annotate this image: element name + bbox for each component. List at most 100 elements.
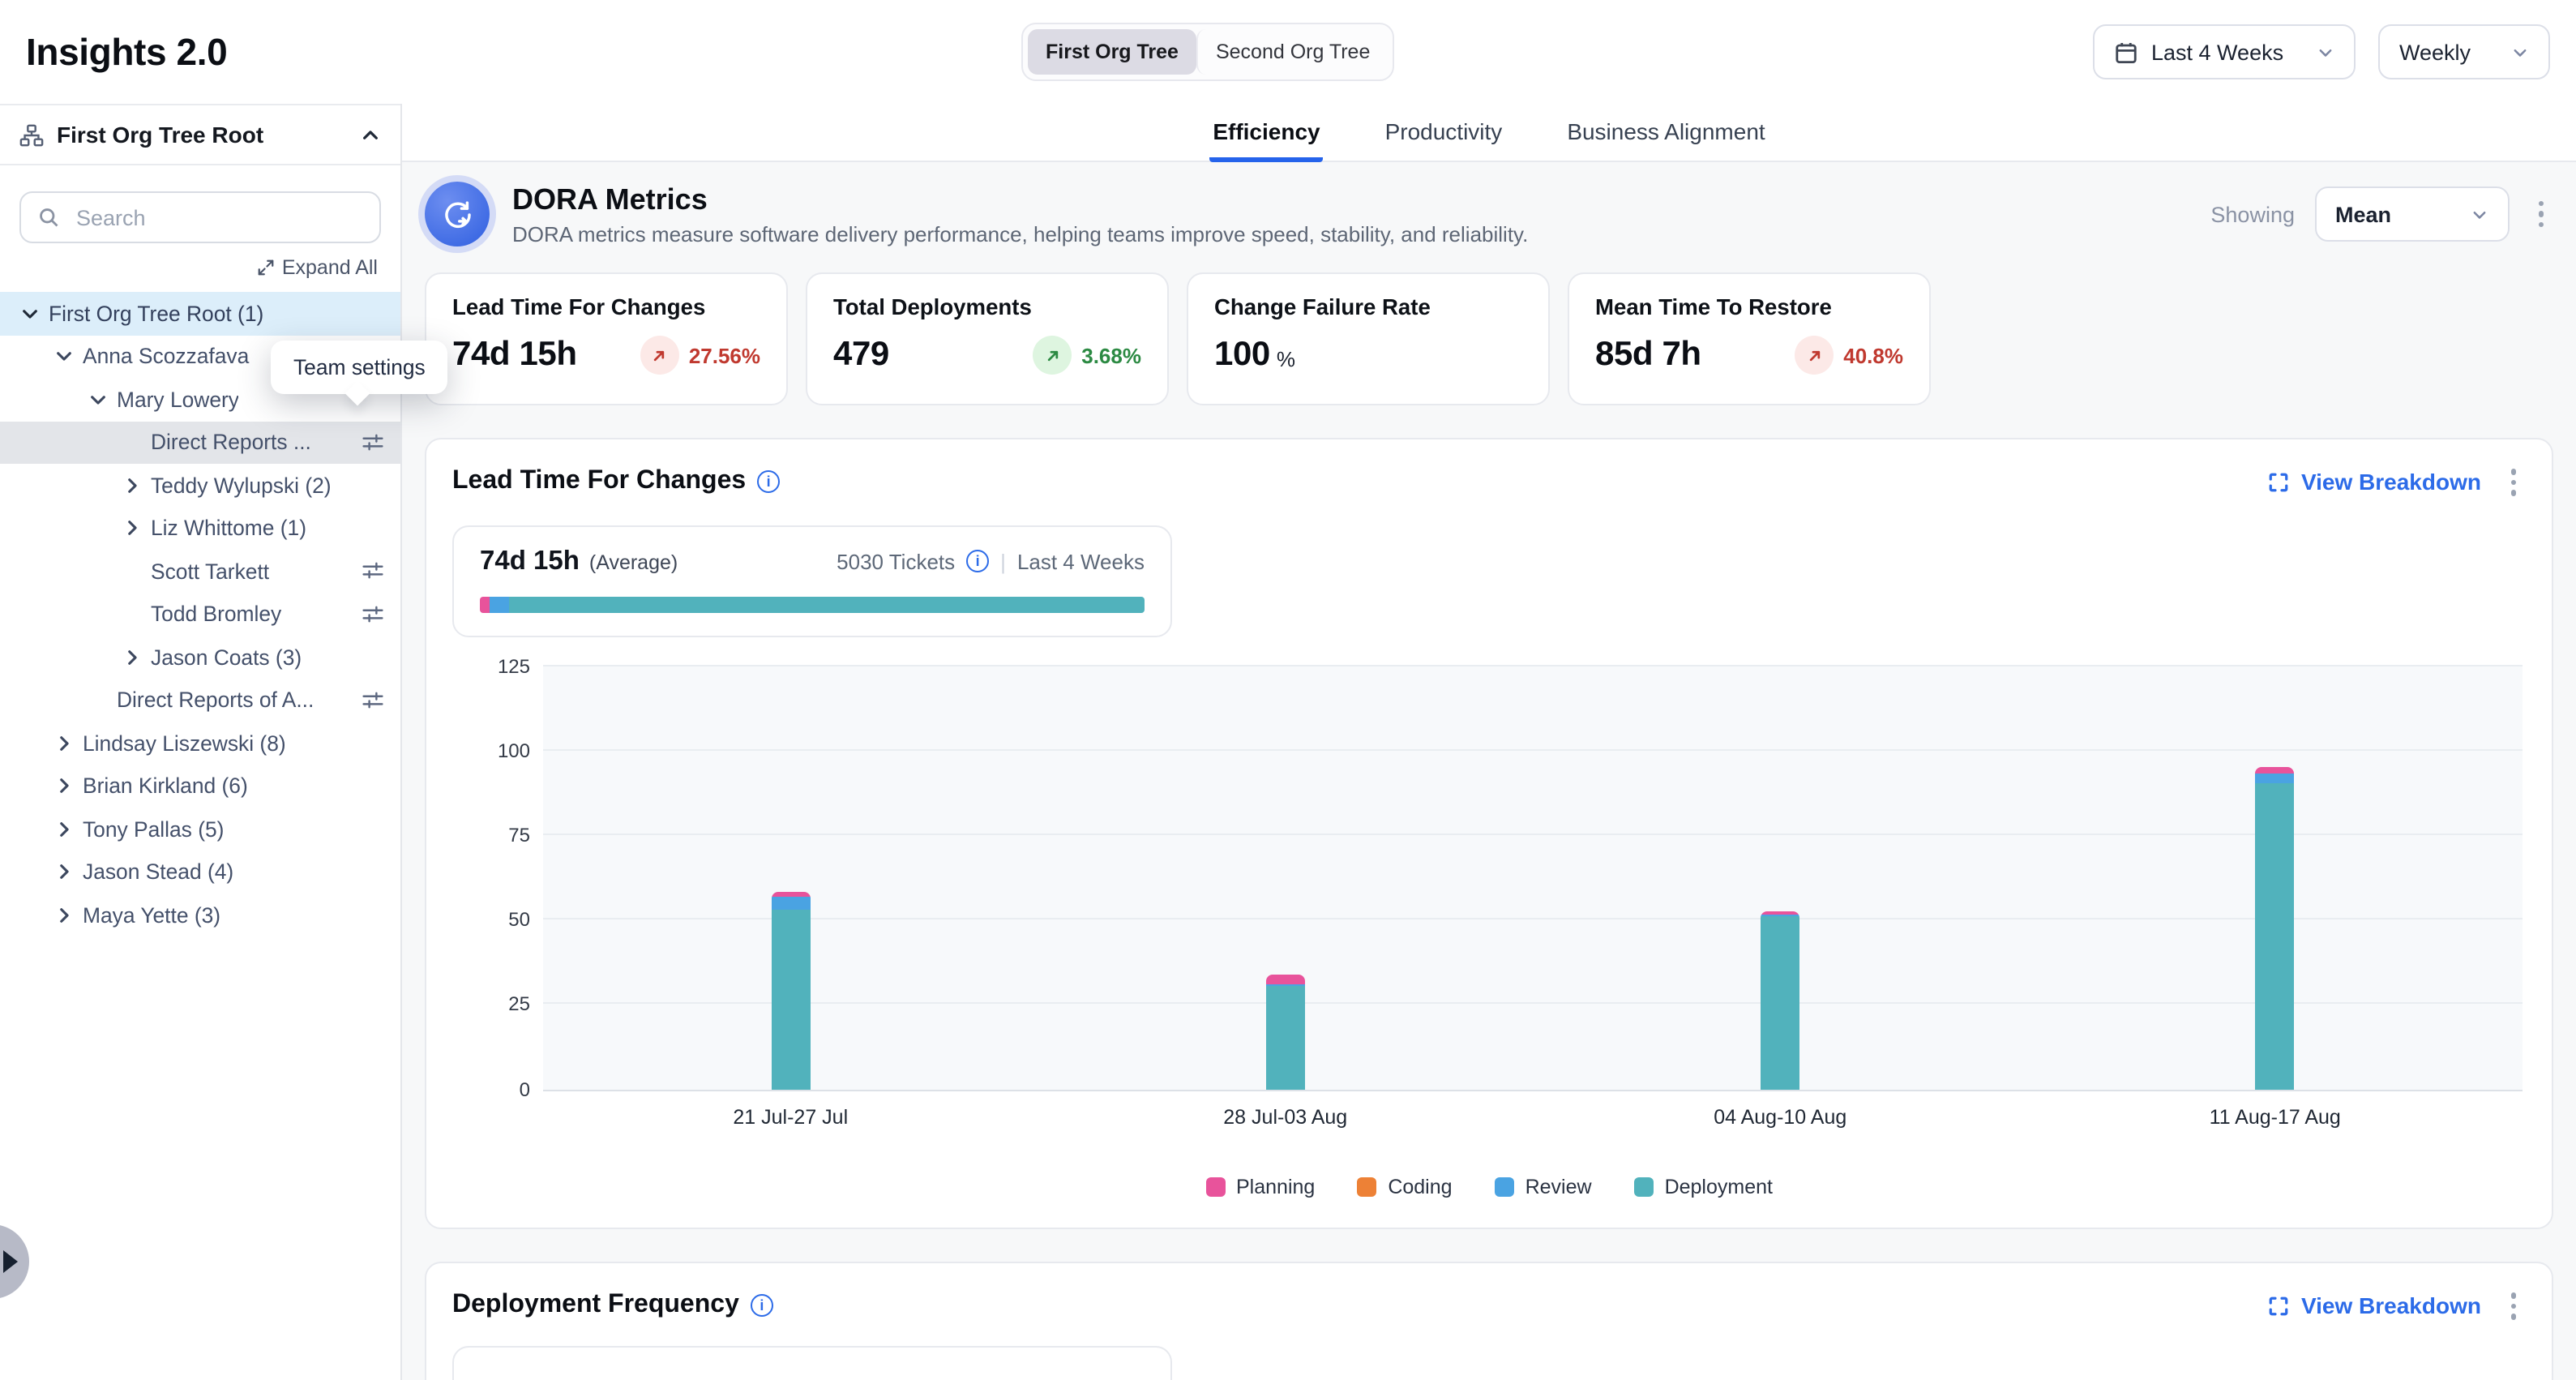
chevron-right-icon[interactable] (118, 518, 144, 539)
info-icon[interactable]: i (757, 471, 780, 494)
legend-item: Planning (1205, 1175, 1315, 1198)
tree-item-label: Scott Tarkett (151, 559, 269, 584)
chevron-down-icon[interactable] (50, 346, 76, 367)
date-range-select[interactable]: Last 4 Weeks (2093, 24, 2356, 79)
team-settings-icon[interactable] (362, 431, 384, 454)
stacked-bar (2256, 767, 2295, 1089)
tree-item-label: Liz Whittome (1) (151, 516, 306, 541)
top-header: Insights 2.0 First Org TreeSecond Org Tr… (0, 0, 2576, 104)
lead-time-section: Lead Time For Changes i View Breakdown (425, 438, 2553, 1229)
tree-item[interactable]: Jason Coats (3) (0, 636, 400, 679)
tree-item[interactable]: Todd Bromley (0, 593, 400, 636)
legend-color-chip (1495, 1176, 1514, 1196)
average-summary-card (452, 1345, 1172, 1380)
aggregation-select[interactable]: Mean (2314, 186, 2509, 242)
range-label: Last 4 Weeks (1017, 549, 1145, 573)
bar-segment-planning (1266, 974, 1305, 984)
tree-item-label: Teddy Wylupski (2) (151, 474, 332, 498)
tree-item[interactable]: Direct Reports of A... (0, 679, 400, 722)
tree-item-label: Jason Coats (3) (151, 645, 302, 670)
trend-up-icon (1033, 336, 1072, 375)
chevron-right-icon[interactable] (118, 475, 144, 496)
metric-card-title: Total Deployments (833, 295, 1141, 319)
tree-item[interactable]: Direct Reports ... (0, 421, 400, 464)
chart-legend: PlanningCodingReviewDeployment (452, 1175, 2526, 1198)
tab-efficiency[interactable]: Efficiency (1209, 104, 1323, 162)
lead-time-kebab-menu[interactable] (2501, 462, 2526, 502)
chevron-down-icon (2470, 205, 2488, 223)
view-breakdown-link[interactable]: View Breakdown (2269, 469, 2481, 495)
y-axis-tick-label: 50 (462, 908, 530, 931)
chevron-right-icon[interactable] (50, 776, 76, 797)
dora-cycle-icon (425, 182, 490, 246)
metric-card-value: 100 (1214, 336, 1270, 375)
metric-card-unit: % (1277, 346, 1295, 371)
org-tree-header[interactable]: First Org Tree Root (0, 104, 400, 165)
team-settings-tooltip: Team settings (271, 341, 448, 394)
y-axis-tick-label: 0 (462, 1078, 530, 1100)
x-axis-label: 28 Jul-03 Aug (1038, 1105, 1534, 1128)
bar-segment-deployment (1761, 916, 1799, 1089)
chevron-right-icon[interactable] (50, 862, 76, 883)
tree-item[interactable]: First Org Tree Root (1) (0, 292, 400, 335)
tree-item[interactable]: Teddy Wylupski (2) (0, 464, 400, 507)
expand-all-button[interactable]: Expand All (256, 256, 378, 279)
chevron-down-icon[interactable] (84, 389, 110, 410)
y-axis-tick-label: 100 (462, 739, 530, 761)
metric-card: Change Failure Rate100% (1187, 272, 1550, 405)
trend-badge: 3.68% (1033, 336, 1141, 375)
metric-card-delta: 3.68% (1081, 343, 1141, 367)
view-breakdown-link[interactable]: View Breakdown (2269, 1293, 2481, 1319)
org-tree-toggle-option[interactable]: Second Org Tree (1196, 29, 1388, 75)
legend-label: Deployment (1665, 1175, 1773, 1198)
x-axis-label: 11 Aug-17 Aug (2028, 1105, 2523, 1128)
tree-item[interactable]: Tony Pallas (5) (0, 808, 400, 851)
app-title: Insights 2.0 (26, 30, 227, 74)
team-settings-icon[interactable] (362, 560, 384, 583)
info-icon[interactable]: i (966, 550, 989, 572)
bar-slot: 11 Aug-17 Aug (2028, 666, 2523, 1089)
y-axis-tick-label: 125 (462, 654, 530, 677)
metric-card-value-row: 4793.68% (833, 336, 1141, 375)
y-axis-tick-label: 25 (462, 993, 530, 1016)
org-tree-toggle-option[interactable]: First Org Tree (1028, 29, 1196, 75)
granularity-select[interactable]: Weekly (2378, 24, 2550, 79)
team-settings-icon[interactable] (362, 689, 384, 712)
deployment-kebab-menu[interactable] (2501, 1286, 2526, 1326)
sidebar-collapse-handle[interactable] (0, 1224, 29, 1299)
calendar-icon (2114, 40, 2138, 64)
team-settings-icon[interactable] (362, 603, 384, 626)
dora-kebab-menu[interactable] (2528, 195, 2553, 234)
trend-up-icon (1795, 336, 1834, 375)
average-value: 74d 15h (480, 546, 580, 576)
dora-header: DORA Metrics DORA metrics measure softwa… (425, 182, 2553, 246)
metric-card: Mean Time To Restore85d 7h40.8% (1568, 272, 1931, 405)
tree-item-label: Jason Stead (4) (83, 860, 233, 885)
search-input[interactable] (73, 204, 366, 231)
metric-card-title: Mean Time To Restore (1595, 295, 1903, 319)
tree-item-label: First Org Tree Root (1) (49, 302, 263, 326)
chevron-right-icon[interactable] (50, 905, 76, 926)
org-tree-icon (19, 122, 44, 147)
dora-title: DORA Metrics (512, 182, 1528, 216)
tree-item-label: Lindsay Liszewski (8) (83, 731, 286, 756)
tab-business-alignment[interactable]: Business Alignment (1564, 104, 1768, 162)
tabs: Efficiency Productivity Business Alignment (402, 104, 2576, 162)
metric-card: Total Deployments 4793.68% (806, 272, 1169, 405)
tab-productivity[interactable]: Productivity (1382, 104, 1506, 162)
tree-item[interactable]: Lindsay Liszewski (8) (0, 722, 400, 765)
chevron-up-icon[interactable] (360, 124, 381, 145)
tree-item[interactable]: Jason Stead (4) (0, 851, 400, 894)
legend-item: Deployment (1634, 1175, 1773, 1198)
info-icon[interactable]: i (751, 1295, 773, 1318)
tree-item[interactable]: Scott Tarkett (0, 550, 400, 593)
tree-item[interactable]: Liz Whittome (1) (0, 507, 400, 550)
chevron-right-icon[interactable] (50, 819, 76, 840)
bar-segment-deployment (771, 910, 810, 1089)
chevron-right-icon[interactable] (118, 647, 144, 668)
tree-item[interactable]: Brian Kirkland (6) (0, 765, 400, 808)
distribution-segment-review (490, 596, 510, 612)
chevron-down-icon[interactable] (16, 303, 42, 324)
tree-item[interactable]: Maya Yette (3) (0, 894, 400, 936)
chevron-right-icon[interactable] (50, 733, 76, 754)
